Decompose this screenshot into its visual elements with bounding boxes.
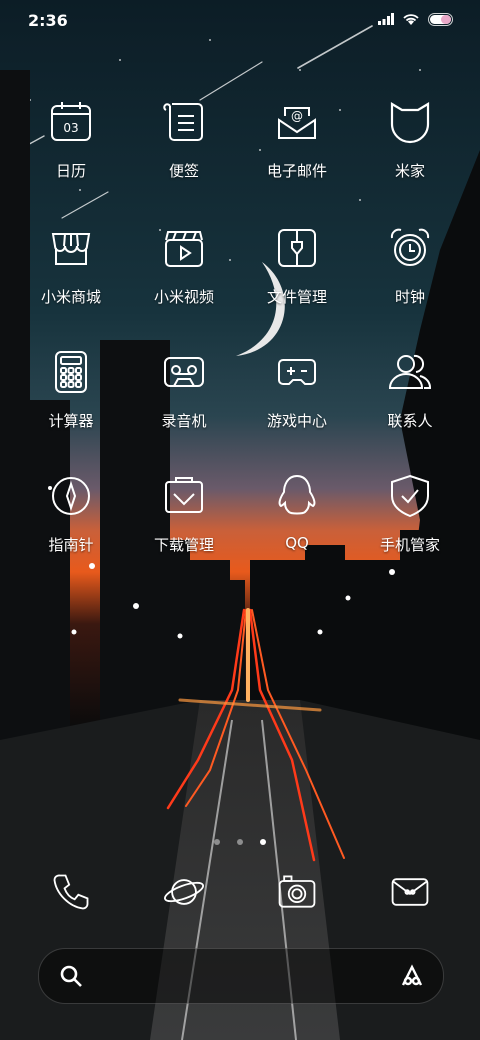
page-dot[interactable] — [213, 839, 220, 845]
app-label: 小米商城 — [40, 288, 101, 306]
app-label: 下载管理 — [153, 536, 214, 554]
app-qq[interactable]: QQ — [242, 472, 352, 552]
status-time: 2:36 — [28, 11, 68, 30]
app-label: 电子邮件 — [266, 162, 327, 180]
gamepad-icon — [278, 359, 316, 385]
contacts-icon — [388, 354, 431, 389]
app-label: 联系人 — [387, 412, 433, 430]
app-game-center[interactable]: 游戏中心 — [242, 348, 352, 431]
app-file-manager[interactable]: 文件管理 — [242, 224, 352, 307]
assistant-icon[interactable] — [399, 963, 425, 989]
app-email[interactable]: @ 电子邮件 — [242, 98, 352, 181]
phone-icon — [53, 874, 89, 910]
app-mi-video[interactable]: 小米视频 — [129, 224, 239, 307]
file-manager-icon — [278, 229, 316, 267]
page-dot-active[interactable] — [260, 839, 267, 845]
app-mi-store[interactable]: 小米商城 — [16, 224, 126, 307]
planet-browser-icon — [164, 879, 204, 905]
app-calculator[interactable]: 计算器 — [16, 348, 126, 431]
search-icon[interactable] — [59, 964, 83, 988]
app-label: 计算器 — [48, 412, 94, 430]
page-indicator — [0, 830, 480, 849]
app-label: 日历 — [55, 162, 86, 180]
email-icon: @ — [278, 107, 316, 139]
compass-icon — [52, 477, 90, 515]
app-label: 便签 — [168, 162, 199, 180]
email-at: @ — [291, 109, 303, 123]
notes-icon — [163, 103, 203, 141]
app-label: 指南针 — [48, 536, 94, 554]
status-icons — [378, 12, 454, 26]
dock-camera[interactable] — [242, 870, 352, 914]
mijia-cat-icon — [390, 102, 430, 144]
app-compass[interactable]: 指南针 — [16, 472, 126, 555]
shield-icon — [391, 474, 429, 518]
app-label: 游戏中心 — [266, 412, 327, 430]
wifi-icon — [403, 14, 419, 25]
status-bar: 2:36 — [0, 0, 480, 40]
alarm-clock-icon — [390, 228, 430, 266]
dock-browser[interactable] — [129, 870, 239, 914]
battery-icon — [428, 12, 453, 26]
app-download-manager[interactable]: 下载管理 — [129, 472, 239, 555]
app-contacts[interactable]: 联系人 — [355, 348, 465, 431]
app-clock[interactable]: 时钟 — [355, 224, 465, 307]
page-dot[interactable] — [237, 839, 243, 845]
app-mijia[interactable]: 米家 — [355, 98, 465, 181]
app-notes[interactable]: 便签 — [129, 98, 239, 181]
app-label: 小米视频 — [153, 288, 214, 306]
video-icon — [165, 231, 203, 267]
app-security[interactable]: 手机管家 — [355, 472, 465, 555]
app-label: 米家 — [394, 162, 425, 180]
qq-penguin-icon — [278, 474, 316, 515]
search-bar[interactable] — [38, 948, 444, 1004]
app-label: 文件管理 — [266, 288, 327, 306]
app-label: QQ — [285, 534, 309, 552]
app-calendar[interactable]: 03 日历 — [16, 98, 126, 181]
recorder-icon — [164, 357, 204, 387]
calculator-icon — [55, 351, 87, 393]
camera-icon — [278, 875, 316, 908]
signal-icon — [378, 13, 394, 25]
app-recorder[interactable]: 录音机 — [129, 348, 239, 431]
dock-phone[interactable] — [16, 870, 126, 914]
app-label: 录音机 — [161, 412, 207, 430]
store-icon — [51, 233, 91, 265]
dock-messages[interactable] — [355, 870, 465, 914]
app-label: 手机管家 — [379, 536, 440, 554]
messages-icon — [391, 878, 429, 906]
app-label: 时钟 — [394, 288, 425, 306]
download-icon — [165, 477, 203, 513]
calendar-icon: 03 — [51, 102, 91, 141]
calendar-date: 03 — [63, 121, 78, 135]
